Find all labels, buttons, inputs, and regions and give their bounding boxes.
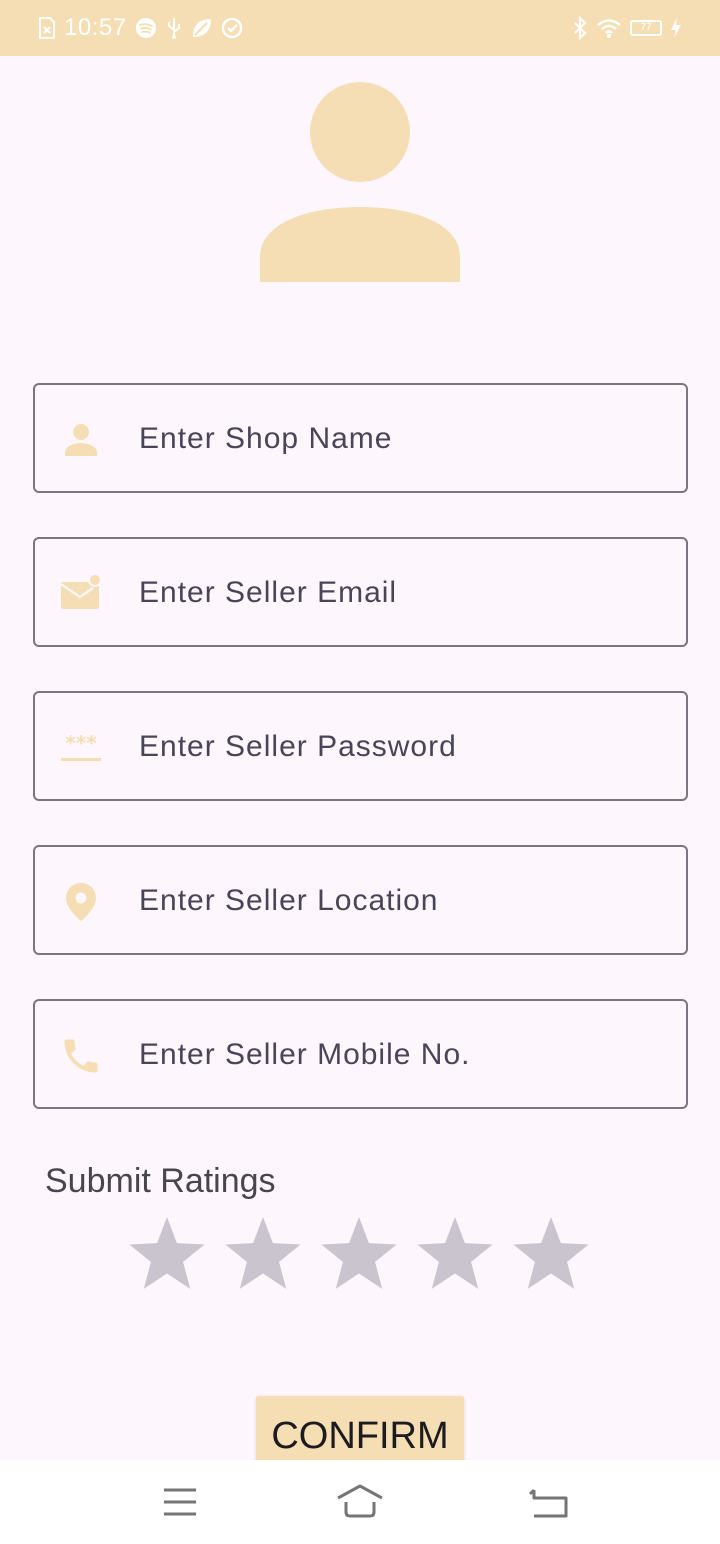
password-icon: *** [61,731,101,761]
charging-icon [671,18,681,38]
bluetooth-icon [574,16,587,40]
seller-location-field[interactable] [33,845,688,955]
seller-password-input[interactable] [137,693,661,801]
wifi-icon [597,19,621,38]
leaf-icon [192,19,211,37]
usb-icon [167,18,180,39]
svg-text:***: *** [65,731,97,755]
status-bar: 10:57 77 [0,0,720,56]
battery-level: 77 [640,22,652,33]
seller-mobile-field[interactable] [33,999,688,1109]
sim-icon [39,17,55,39]
star-2-icon[interactable] [222,1212,304,1294]
star-3-icon[interactable] [318,1212,400,1294]
back-icon[interactable] [520,1478,576,1526]
phone-icon [64,1039,98,1073]
star-5-icon[interactable] [510,1212,592,1294]
star-4-icon[interactable] [414,1212,496,1294]
status-bar-left: 10:57 [38,14,243,42]
seller-email-input[interactable] [137,539,661,647]
status-time: 10:57 [64,14,127,41]
battery-icon: 77 [630,20,662,36]
spotify-icon [135,18,156,38]
seller-email-field[interactable] [33,537,688,647]
status-bar-right: 77 [572,14,682,42]
menu-icon[interactable] [152,1478,208,1526]
shop-name-field[interactable] [33,383,688,493]
star-1-icon[interactable] [126,1212,208,1294]
email-icon [60,573,102,609]
ratings-title: Submit Ratings [45,1162,276,1200]
shop-name-input[interactable] [137,385,661,493]
seller-password-field[interactable]: *** [33,691,688,801]
rating-stars [126,1212,592,1294]
location-icon [66,883,96,921]
avatar-icon[interactable] [260,82,460,282]
navigation-bar [0,1460,720,1544]
sync-icon [221,17,242,39]
seller-location-input[interactable] [137,847,661,955]
person-icon [65,424,97,456]
seller-mobile-input[interactable] [137,1001,661,1109]
home-icon[interactable] [332,1478,388,1526]
